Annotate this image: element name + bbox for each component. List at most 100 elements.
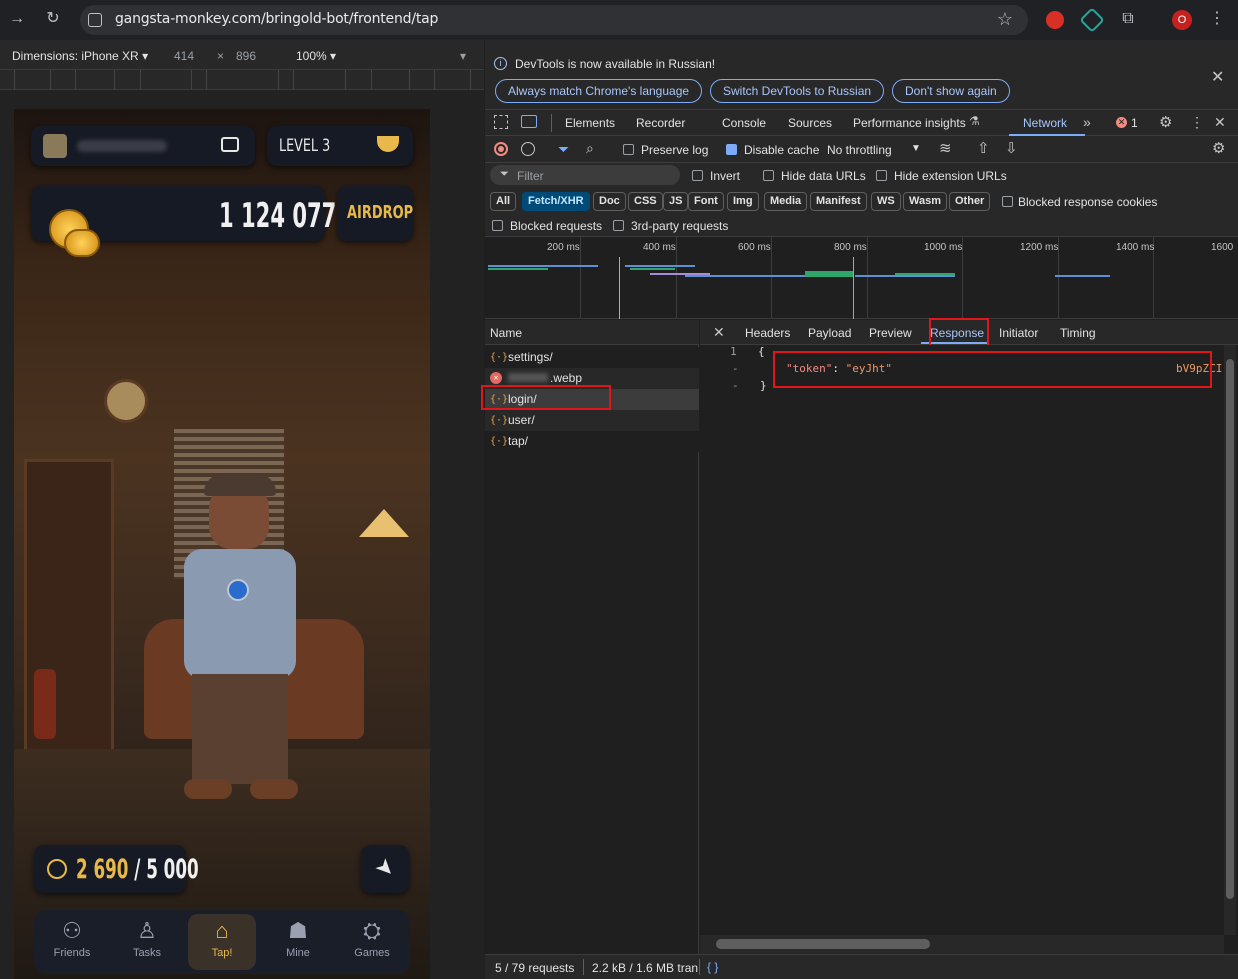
third-party-checkbox[interactable] — [613, 220, 624, 231]
tab-preview[interactable]: Preview — [869, 326, 912, 340]
tab-network[interactable]: Network — [1023, 116, 1067, 130]
zoom-select[interactable]: 100% ▾ — [296, 49, 336, 63]
error-icon[interactable]: ✕ — [1116, 117, 1127, 128]
type-font[interactable]: Font — [688, 192, 724, 211]
close-detail-icon[interactable]: ✕ — [713, 324, 725, 341]
tap-icon: ⌂ — [215, 918, 229, 943]
pretty-print-icon[interactable]: { } — [707, 960, 718, 974]
tab-payload[interactable]: Payload — [808, 326, 851, 340]
network-overview-timeline[interactable]: 200 ms 400 ms 600 ms 800 ms 1000 ms 1200… — [485, 237, 1238, 319]
type-doc[interactable]: Doc — [593, 192, 626, 211]
user-card[interactable] — [31, 126, 255, 166]
type-other[interactable]: Other — [949, 192, 991, 211]
network-settings-icon[interactable]: ⚙ — [1212, 139, 1225, 157]
browser-menu-icon[interactable]: ⋮ — [1205, 7, 1229, 31]
import-har-icon[interactable]: ⇧ — [977, 139, 990, 157]
type-ws[interactable]: WS — [871, 192, 901, 211]
nav-item-games[interactable]: ⛭ Games — [338, 914, 406, 970]
network-conditions-icon[interactable]: ≋ — [939, 139, 952, 157]
type-media[interactable]: Media — [764, 192, 808, 211]
match-language-button[interactable]: Always match Chrome's language — [495, 79, 703, 103]
throttling-select[interactable]: No throttling — [827, 143, 892, 157]
url-text[interactable]: gangsta-monkey.com/bringold-bot/frontend… — [115, 11, 438, 27]
tab-elements[interactable]: Elements — [565, 116, 615, 130]
settings-gear-icon[interactable]: ⚙ — [1159, 113, 1172, 131]
nav-item-tasks[interactable]: ♙ Tasks — [113, 914, 181, 970]
type-img[interactable]: Img — [727, 192, 759, 211]
tab-sources[interactable]: Sources — [788, 116, 832, 130]
close-banner-icon[interactable]: ✕ — [1211, 67, 1224, 87]
reload-icon[interactable]: ↻ — [41, 7, 65, 31]
close-devtools-icon[interactable]: ✕ — [1214, 114, 1226, 131]
switch-russian-button[interactable]: Switch DevTools to Russian — [710, 79, 885, 103]
dont-show-again-button[interactable]: Don't show again — [892, 79, 1010, 103]
name-column-header[interactable]: Name — [485, 320, 699, 345]
forward-icon[interactable]: → — [5, 7, 29, 31]
device-select[interactable]: Dimensions: iPhone XR ▾ — [12, 49, 148, 63]
type-css[interactable]: CSS — [628, 192, 663, 211]
profile-avatar[interactable]: O — [1172, 10, 1192, 30]
devtools-menu-icon[interactable]: ⋮ — [1190, 114, 1204, 131]
clear-icon[interactable] — [521, 142, 535, 156]
tick-800: 800 ms — [834, 242, 867, 253]
tab-recorder[interactable]: Recorder — [636, 116, 685, 130]
search-icon[interactable]: ⌕ — [586, 140, 594, 157]
record-icon[interactable] — [494, 142, 508, 156]
boost-button[interactable]: ➤ — [361, 845, 409, 893]
friends-icon: ⚇ — [62, 918, 82, 943]
blocked-requests-checkbox[interactable] — [492, 220, 503, 231]
inspect-element-icon[interactable] — [494, 115, 508, 129]
bookmark-star-icon[interactable]: ☆ — [993, 7, 1017, 31]
device-height-input[interactable]: 896 — [236, 49, 256, 63]
extension-vpn-icon[interactable] — [1079, 7, 1105, 33]
nav-item-tap[interactable]: ⌂ Tap! — [188, 914, 256, 970]
type-manifest[interactable]: Manifest — [810, 192, 867, 211]
nav-item-mine[interactable]: ☗ Mine — [264, 914, 332, 970]
tab-performance-insights[interactable]: Performance insights — [853, 116, 966, 130]
blocked-cookies-checkbox[interactable] — [1002, 196, 1013, 207]
device-width-input[interactable]: 414 — [174, 49, 194, 63]
tab-initiator[interactable]: Initiator — [999, 326, 1038, 340]
redacted-filename — [508, 373, 548, 382]
type-fetch-xhr[interactable]: Fetch/XHR — [522, 192, 590, 211]
tab-timing[interactable]: Timing — [1060, 326, 1096, 340]
throttling-dropdown-icon[interactable]: ▼ — [911, 143, 921, 154]
disable-cache-checkbox[interactable] — [726, 144, 737, 155]
type-js[interactable]: JS — [663, 192, 689, 211]
vertical-scrollbar[interactable] — [1224, 345, 1236, 935]
device-toggle-icon[interactable] — [521, 115, 537, 128]
request-row-settings[interactable]: {·} settings/ — [485, 347, 699, 368]
game-viewport[interactable]: LEVEL 3 1 124 077 AIRDROP 2 690 / 5 000 … — [14, 109, 430, 979]
tab-headers[interactable]: Headers — [745, 326, 790, 340]
energy-bolt-icon — [47, 859, 67, 879]
wallet-icon[interactable] — [221, 137, 239, 152]
energy-current: 2 690 — [76, 854, 129, 885]
preserve-log-checkbox[interactable] — [623, 144, 634, 155]
level-card[interactable]: LEVEL 3 — [267, 126, 413, 166]
extensions-puzzle-icon[interactable]: ⧉ — [1116, 7, 1140, 31]
nav-item-friends[interactable]: ⚇ Friends — [38, 914, 106, 970]
tab-console[interactable]: Console — [722, 116, 766, 130]
monkey-medallion — [227, 579, 249, 601]
horizontal-scrollbar[interactable] — [700, 935, 1224, 954]
airdrop-button[interactable]: AIRDROP — [337, 186, 413, 241]
filter-input[interactable]: ⏷ Filter — [490, 165, 680, 185]
resource-type-filters: All Fetch/XHR Doc CSS JS Font Img Media … — [485, 187, 1238, 215]
error-count[interactable]: 1 — [1131, 116, 1138, 130]
device-more-icon[interactable]: ▾ — [460, 49, 466, 63]
response-viewer[interactable]: 1 { - "token": "eyJht" bV9pZCI - } — [700, 345, 1238, 935]
extension-stop-icon[interactable] — [1046, 11, 1064, 29]
site-info-icon[interactable] — [88, 13, 102, 27]
invert-checkbox[interactable] — [692, 170, 703, 181]
media-query-ruler[interactable] — [0, 70, 484, 90]
export-har-icon[interactable]: ⇩ — [1005, 139, 1018, 157]
request-row-tap[interactable]: {·} tap/ — [485, 431, 699, 452]
hide-extension-urls-checkbox[interactable] — [876, 170, 887, 181]
type-wasm[interactable]: Wasm — [903, 192, 947, 211]
request-row-user[interactable]: {·} user/ — [485, 410, 699, 431]
type-all[interactable]: All — [490, 192, 517, 211]
table-lamp — [359, 509, 409, 537]
more-tabs-icon[interactable]: » — [1083, 114, 1091, 130]
hide-data-urls-checkbox[interactable] — [763, 170, 774, 181]
filter-funnel-icon[interactable]: ⏷ — [558, 141, 569, 158]
